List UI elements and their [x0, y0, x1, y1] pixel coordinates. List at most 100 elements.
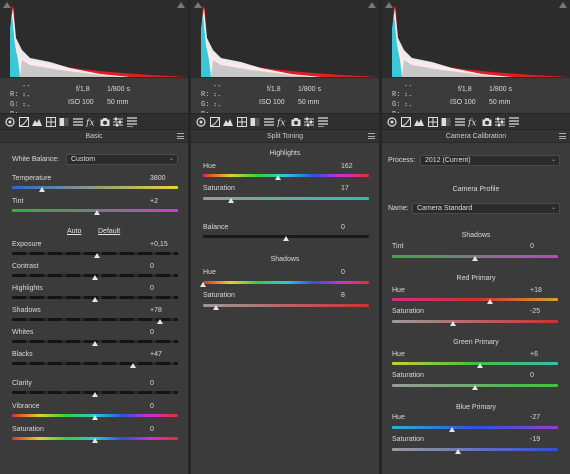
slider-thumb[interactable] — [93, 210, 100, 215]
h-hue-value[interactable]: 162 — [341, 163, 353, 170]
tone-value-5[interactable]: +47 — [150, 351, 162, 358]
slider-thumb[interactable] — [450, 321, 457, 326]
lines-icon[interactable] — [263, 117, 274, 127]
sliders-icon[interactable] — [495, 117, 505, 127]
tone-value-3[interactable]: +78 — [150, 307, 162, 314]
slider-thumb[interactable] — [213, 305, 220, 310]
slider-thumb[interactable] — [448, 427, 455, 432]
red-sat-value[interactable]: -25 — [530, 308, 540, 315]
h-hue-slider[interactable] — [203, 174, 369, 177]
blue-hue-value[interactable]: -27 — [530, 414, 540, 421]
slider-thumb[interactable] — [38, 187, 45, 192]
tone-curve-icon[interactable] — [209, 117, 220, 127]
slider-thumb[interactable] — [476, 363, 483, 368]
s-sat-value[interactable]: 8 — [341, 292, 345, 299]
fx-icon[interactable]: fx — [467, 117, 478, 129]
camera-icon[interactable] — [291, 117, 301, 127]
red-hue-slider[interactable] — [392, 298, 558, 301]
slider-thumb[interactable] — [156, 319, 163, 324]
lines-icon[interactable] — [454, 117, 465, 127]
split-icon[interactable] — [250, 117, 260, 127]
grid-icon[interactable] — [236, 117, 247, 127]
auto-link[interactable]: Auto — [67, 228, 81, 235]
shadow-clipping-icon[interactable] — [385, 2, 393, 8]
sliders-icon[interactable] — [113, 117, 123, 127]
split-icon[interactable] — [441, 117, 451, 127]
h-sat-value[interactable]: 17 — [341, 185, 349, 192]
tone-value-0[interactable]: +0,15 — [150, 241, 168, 248]
calib-tint-value[interactable]: 0 — [530, 243, 534, 250]
split-icon[interactable] — [59, 117, 69, 127]
slider-thumb[interactable] — [283, 236, 289, 241]
menu-icon[interactable] — [559, 133, 566, 139]
green-sat-value[interactable]: 0 — [530, 372, 534, 379]
red-hue-value[interactable]: +18 — [530, 287, 542, 294]
tone-slider-5[interactable] — [12, 362, 178, 365]
blue-sat-slider[interactable] — [392, 448, 558, 451]
red-sat-slider[interactable] — [392, 320, 558, 323]
green-hue-slider[interactable] — [392, 362, 558, 365]
tint-value[interactable]: +2 — [150, 198, 158, 205]
mountain-icon[interactable] — [414, 117, 424, 127]
tone-slider-3[interactable] — [12, 318, 178, 321]
camera-icon[interactable] — [100, 117, 110, 127]
slider-thumb[interactable] — [130, 363, 137, 368]
menu-icon[interactable] — [368, 133, 375, 139]
process-select[interactable]: 2012 (Current) ⌄ — [420, 155, 560, 166]
slider-thumb[interactable] — [472, 385, 478, 390]
blue-hue-slider[interactable] — [392, 426, 558, 429]
slider-thumb[interactable] — [274, 175, 281, 180]
presence-value-1[interactable]: 0 — [150, 403, 154, 410]
lines-icon[interactable] — [72, 117, 83, 127]
s-hue-slider[interactable] — [203, 281, 369, 284]
presence-value-0[interactable]: 0 — [150, 380, 154, 387]
tone-curve-icon[interactable] — [18, 117, 29, 127]
mountain-icon[interactable] — [223, 117, 233, 127]
slider-thumb[interactable] — [486, 299, 493, 304]
tone-value-4[interactable]: 0 — [150, 329, 154, 336]
tone-curve-icon[interactable] — [400, 117, 411, 127]
slider-thumb[interactable] — [472, 256, 478, 261]
s-sat-slider[interactable] — [203, 304, 369, 307]
slider-thumb[interactable] — [92, 275, 98, 280]
mountain-icon[interactable] — [32, 117, 42, 127]
slider-thumb[interactable] — [455, 449, 462, 454]
slider-thumb[interactable] — [228, 198, 235, 203]
fx-icon[interactable]: fx — [276, 117, 287, 129]
highlight-clipping-icon[interactable] — [177, 2, 185, 8]
profile-select[interactable]: Camera Standard ⌄ — [412, 203, 560, 214]
aperture-icon[interactable] — [5, 117, 15, 127]
highlight-clipping-icon[interactable] — [368, 2, 376, 8]
green-hue-value[interactable]: +6 — [530, 351, 538, 358]
slider-thumb[interactable] — [92, 341, 98, 346]
slider-thumb[interactable] — [200, 282, 206, 287]
aperture-icon[interactable] — [387, 117, 397, 127]
balance-value[interactable]: 0 — [341, 224, 345, 231]
slider-thumb[interactable] — [92, 392, 98, 397]
presets-icon[interactable] — [317, 117, 328, 128]
presence-value-2[interactable]: 0 — [150, 426, 154, 433]
temp-slider[interactable] — [12, 186, 178, 189]
tone-value-1[interactable]: 0 — [150, 263, 154, 270]
slider-thumb[interactable] — [93, 253, 100, 258]
slider-thumb[interactable] — [92, 415, 98, 420]
fx-icon[interactable]: fx — [85, 117, 96, 129]
white-balance-select[interactable]: Custom ⌄ — [66, 154, 178, 165]
default-link[interactable]: Default — [98, 228, 120, 235]
sliders-icon[interactable] — [304, 117, 314, 127]
menu-icon[interactable] — [177, 133, 184, 139]
s-hue-value[interactable]: 0 — [341, 269, 345, 276]
tone-value-2[interactable]: 0 — [150, 285, 154, 292]
grid-icon[interactable] — [45, 117, 56, 127]
highlight-clipping-icon[interactable] — [559, 2, 567, 8]
presets-icon[interactable] — [126, 117, 137, 128]
shadow-clipping-icon[interactable] — [194, 2, 202, 8]
camera-icon[interactable] — [482, 117, 492, 127]
slider-thumb[interactable] — [92, 438, 98, 443]
temp-value[interactable]: 3800 — [150, 175, 166, 182]
aperture-icon[interactable] — [196, 117, 206, 127]
shadow-clipping-icon[interactable] — [3, 2, 11, 8]
blue-sat-value[interactable]: -19 — [530, 436, 540, 443]
presets-icon[interactable] — [508, 117, 519, 128]
slider-thumb[interactable] — [92, 297, 98, 302]
